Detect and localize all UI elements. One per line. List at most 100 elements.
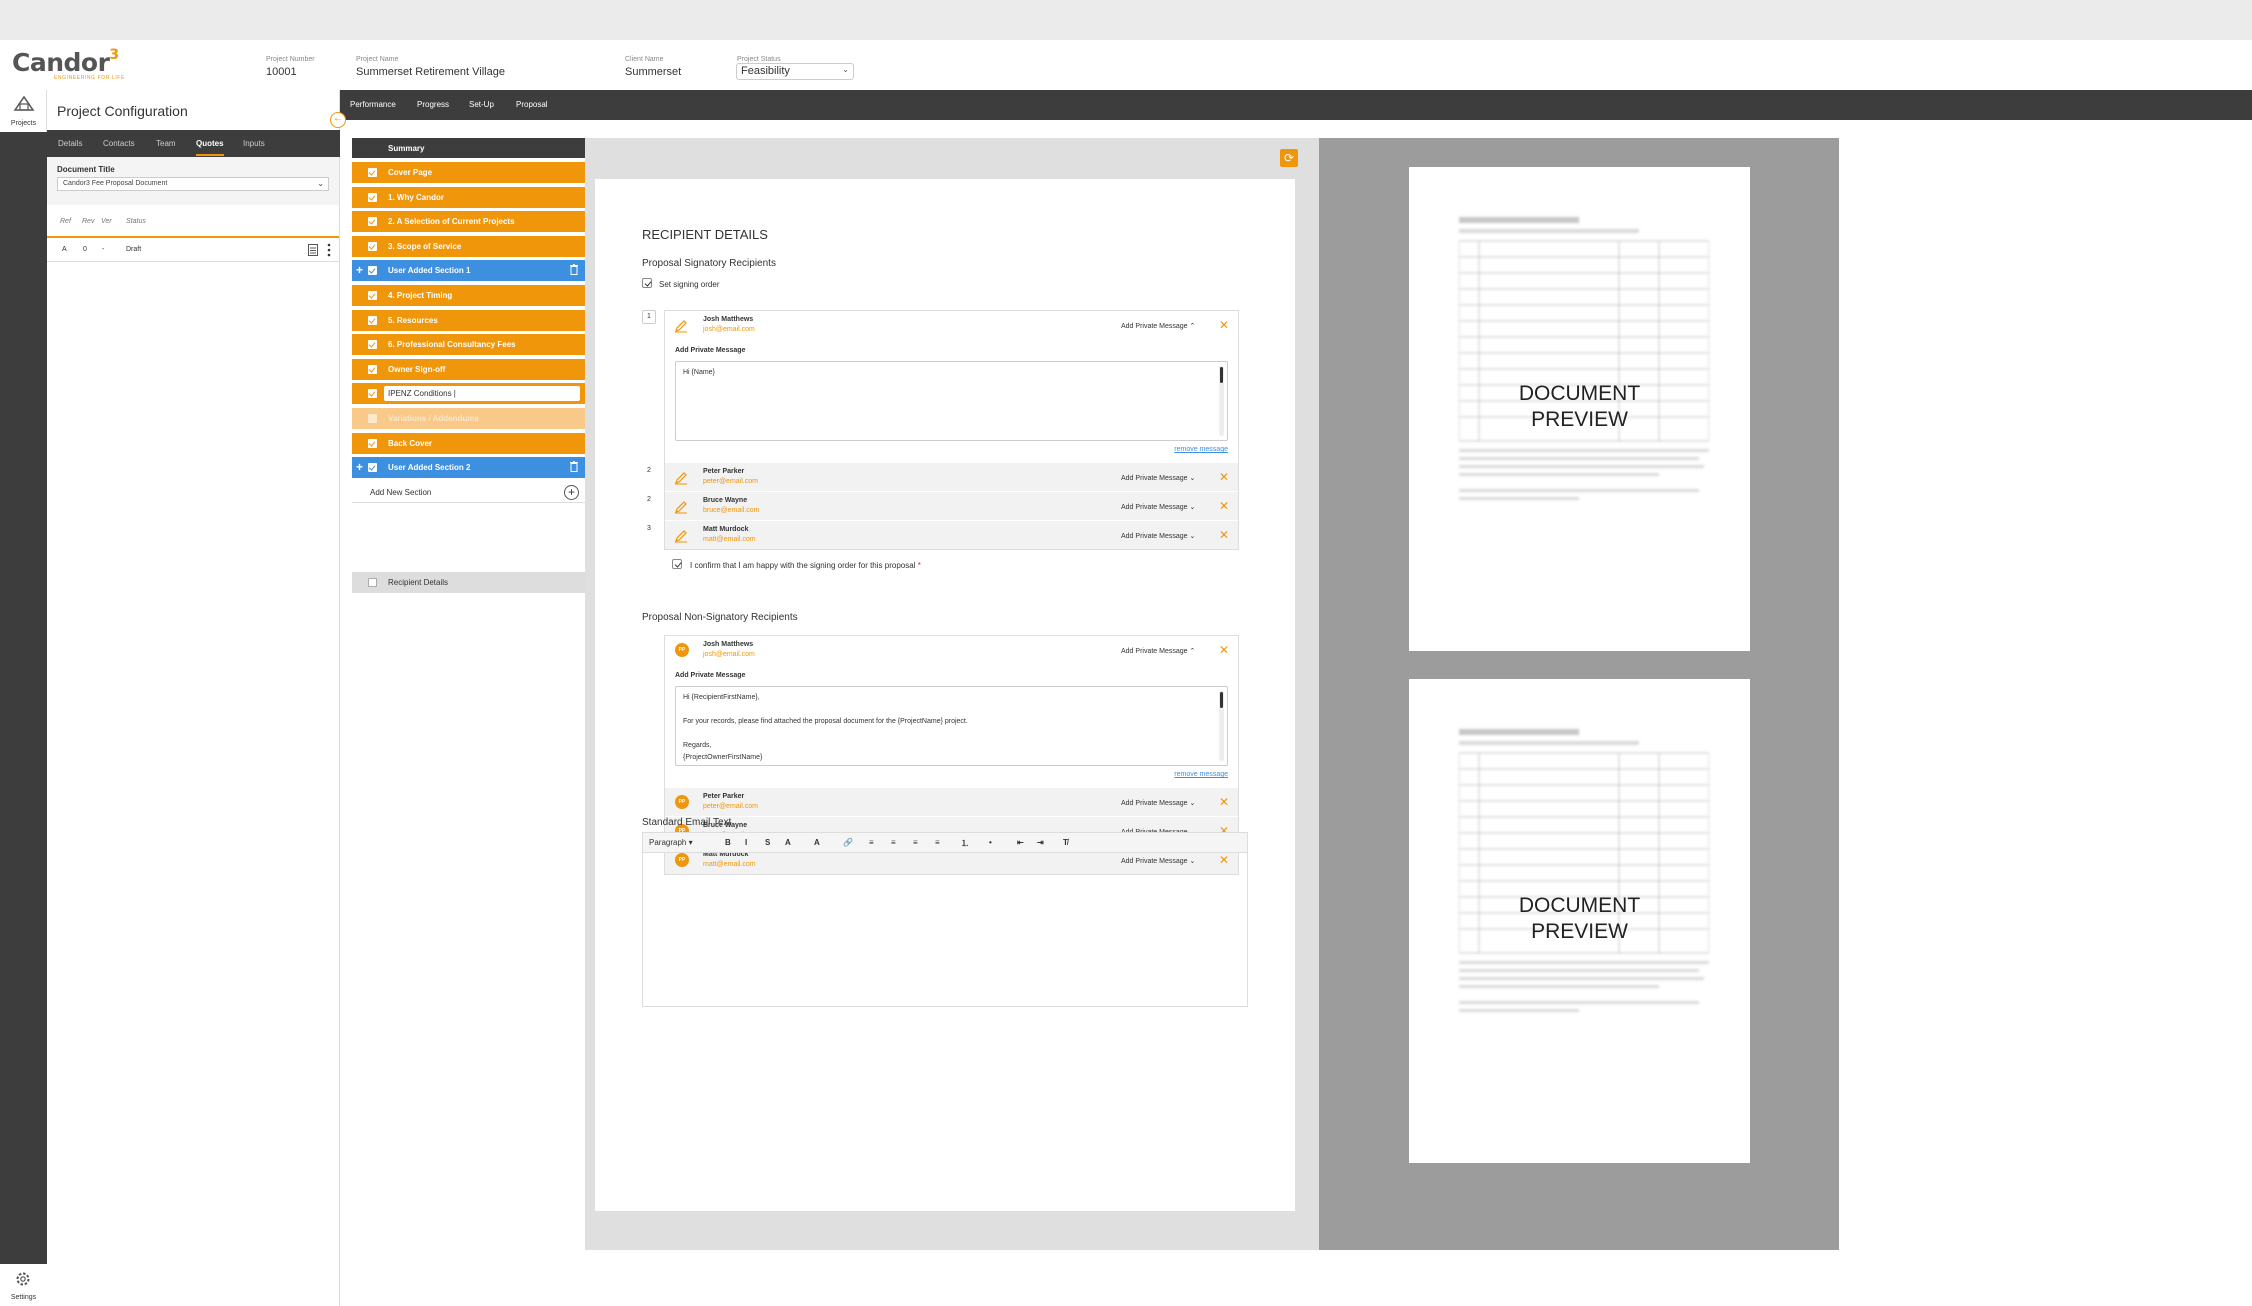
chevron-down-icon: ⌄ <box>1189 533 1196 540</box>
trash-icon[interactable] <box>570 264 578 276</box>
table-row[interactable]: A 0 - Draft <box>47 236 339 262</box>
checkbox[interactable] <box>368 291 377 300</box>
section-item[interactable]: 1. Why Candor <box>352 186 585 208</box>
close-icon[interactable]: ✕ <box>1219 318 1229 332</box>
align-center-icon[interactable]: ≡ <box>891 838 896 847</box>
private-message-textarea[interactable]: Hi {RecipientFirstName}, For your records… <box>675 686 1228 766</box>
nav-progress[interactable]: Progress <box>417 100 449 109</box>
tab-inputs[interactable]: Inputs <box>243 139 265 148</box>
section-item[interactable]: + User Added Section 1 <box>352 260 585 282</box>
drag-handle-icon[interactable]: + <box>356 460 363 474</box>
set-signing-order-checkbox[interactable] <box>642 278 652 288</box>
nav-set-up[interactable]: Set-Up <box>469 100 494 109</box>
checkbox[interactable] <box>368 192 377 202</box>
section-item[interactable]: 2. A Selection of Current Projects <box>352 211 585 233</box>
app-window: Candor3 ENGINEERING FOR LIFE Project Num… <box>0 40 2252 1306</box>
link-icon[interactable]: 🔗 <box>843 838 853 847</box>
align-left-icon[interactable]: ≡ <box>869 838 874 847</box>
add-new-section-button[interactable]: Add New Section + <box>352 481 585 503</box>
checkbox[interactable] <box>368 168 377 177</box>
checkbox[interactable] <box>368 414 377 423</box>
add-private-message-toggle[interactable]: Add Private Message ⌄ <box>1121 799 1195 807</box>
close-icon[interactable]: ✕ <box>1219 499 1229 513</box>
section-item[interactable]: Owner Sign-off <box>352 358 585 380</box>
nav-performance[interactable]: Performance <box>350 100 396 109</box>
collapse-panel-button[interactable]: ← <box>330 112 346 128</box>
checkbox[interactable] <box>368 241 377 251</box>
checkbox[interactable] <box>368 578 377 587</box>
tab-contacts[interactable]: Contacts <box>103 139 135 148</box>
section-recipient-details[interactable]: Recipient Details <box>352 572 585 593</box>
strikethrough-icon[interactable]: S <box>765 838 770 847</box>
add-private-message-toggle[interactable]: Add Private Message ⌃ <box>1121 647 1195 655</box>
close-icon[interactable]: ✕ <box>1219 470 1229 484</box>
more-options-icon[interactable] <box>327 243 331 257</box>
bold-icon[interactable]: B <box>725 838 731 847</box>
checkbox[interactable] <box>368 389 377 399</box>
recipient-email: matt@email.com <box>703 536 756 543</box>
checkbox[interactable] <box>368 266 377 276</box>
signatory-heading: Proposal Signatory Recipients <box>642 258 776 269</box>
section-name-input[interactable]: IPENZ Conditions | <box>384 386 580 402</box>
paragraph-select[interactable]: Paragraph ▾ <box>649 838 693 847</box>
close-icon[interactable]: ✕ <box>1219 643 1229 657</box>
clear-format-icon[interactable]: T̸ <box>1063 838 1068 847</box>
projects-nav-item[interactable]: Projects <box>0 90 47 132</box>
close-icon[interactable]: ✕ <box>1219 795 1229 809</box>
indent-icon[interactable]: ⇥ <box>1037 838 1044 847</box>
preview-placeholder: DOCUMENT PREVIEW <box>1409 381 1750 433</box>
section-item[interactable]: 4. Project Timing <box>352 285 585 306</box>
drag-handle-icon[interactable]: + <box>356 263 363 277</box>
scrollbar[interactable] <box>1220 367 1223 383</box>
add-private-message-toggle[interactable]: Add Private Message ⌃ <box>1121 322 1195 330</box>
italic-icon[interactable]: I <box>745 838 747 847</box>
section-item[interactable]: Cover Page <box>352 162 585 183</box>
checkbox[interactable] <box>368 438 377 448</box>
tab-team[interactable]: Team <box>156 139 176 148</box>
refresh-button[interactable]: ⟳ <box>1280 149 1298 167</box>
trash-icon[interactable] <box>570 461 578 473</box>
section-item[interactable]: + User Added Section 2 <box>352 457 585 479</box>
confirm-signing-order-checkbox[interactable] <box>672 559 682 569</box>
bullet-list-icon[interactable]: • <box>989 838 992 847</box>
checkbox[interactable] <box>368 217 377 227</box>
tab-details[interactable]: Details <box>58 139 82 148</box>
align-right-icon[interactable]: ≡ <box>913 838 918 847</box>
outdent-icon[interactable]: ⇤ <box>1017 838 1024 847</box>
remove-message-link[interactable]: remove message <box>1174 771 1228 778</box>
section-item[interactable]: IPENZ Conditions | <box>352 383 585 405</box>
section-item[interactable]: 5. Resources <box>352 309 585 331</box>
add-private-message-toggle[interactable]: Add Private Message ⌄ <box>1121 474 1195 482</box>
header: Candor3 ENGINEERING FOR LIFE Project Num… <box>0 40 2252 90</box>
close-icon[interactable]: ✕ <box>1219 528 1229 542</box>
settings-nav-item[interactable]: Settings <box>0 1264 47 1306</box>
private-message-textarea[interactable]: Hi {Name} <box>675 361 1228 441</box>
candor-logo[interactable]: Candor3 <box>12 47 119 77</box>
remove-message-link[interactable]: remove message <box>1174 446 1228 453</box>
scrollbar[interactable] <box>1220 692 1223 708</box>
project-status-select[interactable]: Feasibility ⌄ <box>736 63 854 80</box>
email-editor-body[interactable] <box>643 854 1247 1006</box>
section-item[interactable]: 6. Professional Consultancy Fees <box>352 334 585 356</box>
checkbox[interactable] <box>368 463 377 473</box>
add-private-message-toggle[interactable]: Add Private Message ⌄ <box>1121 532 1195 540</box>
numbered-list-icon[interactable]: ⒈ <box>961 838 969 849</box>
nav-proposal[interactable]: Proposal <box>516 100 548 109</box>
avatar: PP <box>675 643 689 657</box>
add-private-message-toggle[interactable]: Add Private Message ⌄ <box>1121 503 1195 511</box>
confirm-text: I confirm that I am happy with the signi… <box>690 561 916 570</box>
checkbox[interactable] <box>368 364 377 374</box>
section-item[interactable]: 3. Scope of Service <box>352 235 585 257</box>
document-icon[interactable] <box>308 244 318 256</box>
recipient-row: Peter Parker peter@email.com Add Private M… <box>665 463 1238 491</box>
document-title-select[interactable]: Candor3 Fee Proposal Document ⌄ <box>57 177 329 191</box>
highlight-color-icon[interactable]: A <box>814 838 820 847</box>
checkbox[interactable] <box>368 315 377 325</box>
signing-order-box[interactable]: 1 <box>642 310 656 324</box>
justify-icon[interactable]: ≡ <box>935 838 940 847</box>
tab-quotes[interactable]: Quotes <box>196 139 224 156</box>
font-color-icon[interactable]: A <box>785 838 791 847</box>
checkbox[interactable] <box>368 340 377 350</box>
section-item[interactable]: Variations / Addendums <box>352 408 585 429</box>
section-item[interactable]: Back Cover <box>352 432 585 454</box>
